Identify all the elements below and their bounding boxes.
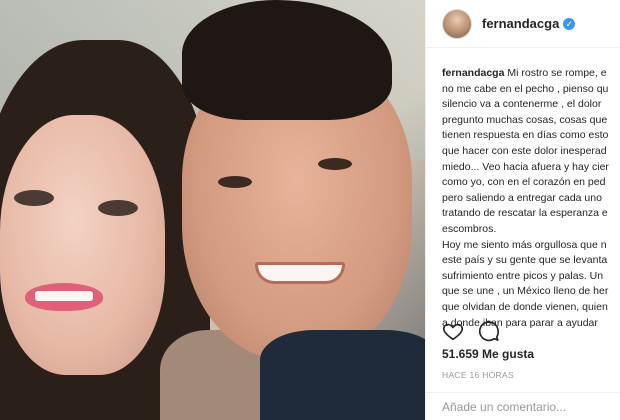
header-username[interactable]: fernandacga: [482, 16, 559, 31]
post-actions: [442, 320, 500, 342]
man-eye-right: [318, 158, 352, 170]
caption-line: que se une , un México lleno de her: [442, 285, 609, 298]
man-eye-left: [218, 176, 252, 188]
post-header: fernandacga ✓: [426, 0, 620, 48]
caption-line: pregunto muchas cosas, cosas que: [442, 113, 608, 126]
caption-line: silencio va a contenerme , el dolor: [442, 98, 602, 111]
avatar[interactable]: [442, 8, 472, 39]
caption-line: como yo, con en el corazón en ped: [442, 176, 606, 189]
caption-text: Mi rostro se rompe, e: [504, 67, 607, 79]
caption-line: no me cabe en el pecho , pienso qu: [442, 82, 609, 95]
caption-line: escombros.: [442, 222, 497, 235]
comment-box: [426, 392, 620, 420]
likes-count[interactable]: 51.659 Me gusta: [442, 347, 534, 361]
woman-teeth: [35, 291, 93, 301]
caption-line: este país y su gente que se levanta: [442, 254, 608, 267]
post-timestamp[interactable]: HACE 16 HORAS: [442, 370, 514, 380]
caption-author[interactable]: fernandacga: [442, 67, 504, 79]
comment-input[interactable]: [442, 399, 612, 414]
caption-line: miedo... Veo hacia afuera y hay cier: [442, 160, 609, 173]
post-photo: [0, 0, 425, 420]
woman-eye-right: [98, 200, 138, 216]
caption-line: que hacer con este dolor inesperad: [442, 144, 607, 157]
woman-eye-left: [14, 190, 54, 206]
caption-line: sufrimiento entre picos y palas. Un: [442, 269, 604, 282]
caption-line: Hoy me siento más orgullosa que n: [442, 238, 607, 251]
caption-line: fernandacga Mi rostro se rompe, e: [442, 66, 620, 82]
post-side-panel: fernandacga ✓ fernandacga Mi rostro se r…: [425, 0, 620, 420]
man-jacket: [260, 330, 425, 420]
caption-line: que olvidan de donde vienen, quien: [442, 300, 608, 313]
post-caption: fernandacga Mi rostro se rompe, e no me …: [442, 66, 620, 331]
woman-face: [0, 115, 165, 375]
heart-icon[interactable]: [442, 320, 464, 342]
verified-badge-icon: ✓: [563, 17, 576, 30]
man-smile: [255, 262, 345, 284]
caption-line: pero saliendo a entregar cada uno: [442, 191, 602, 204]
comment-icon[interactable]: [478, 320, 500, 342]
caption-line: tienen respuesta en días como esto: [442, 129, 609, 142]
caption-line: tratando de rescatar la esperanza e: [442, 207, 608, 220]
